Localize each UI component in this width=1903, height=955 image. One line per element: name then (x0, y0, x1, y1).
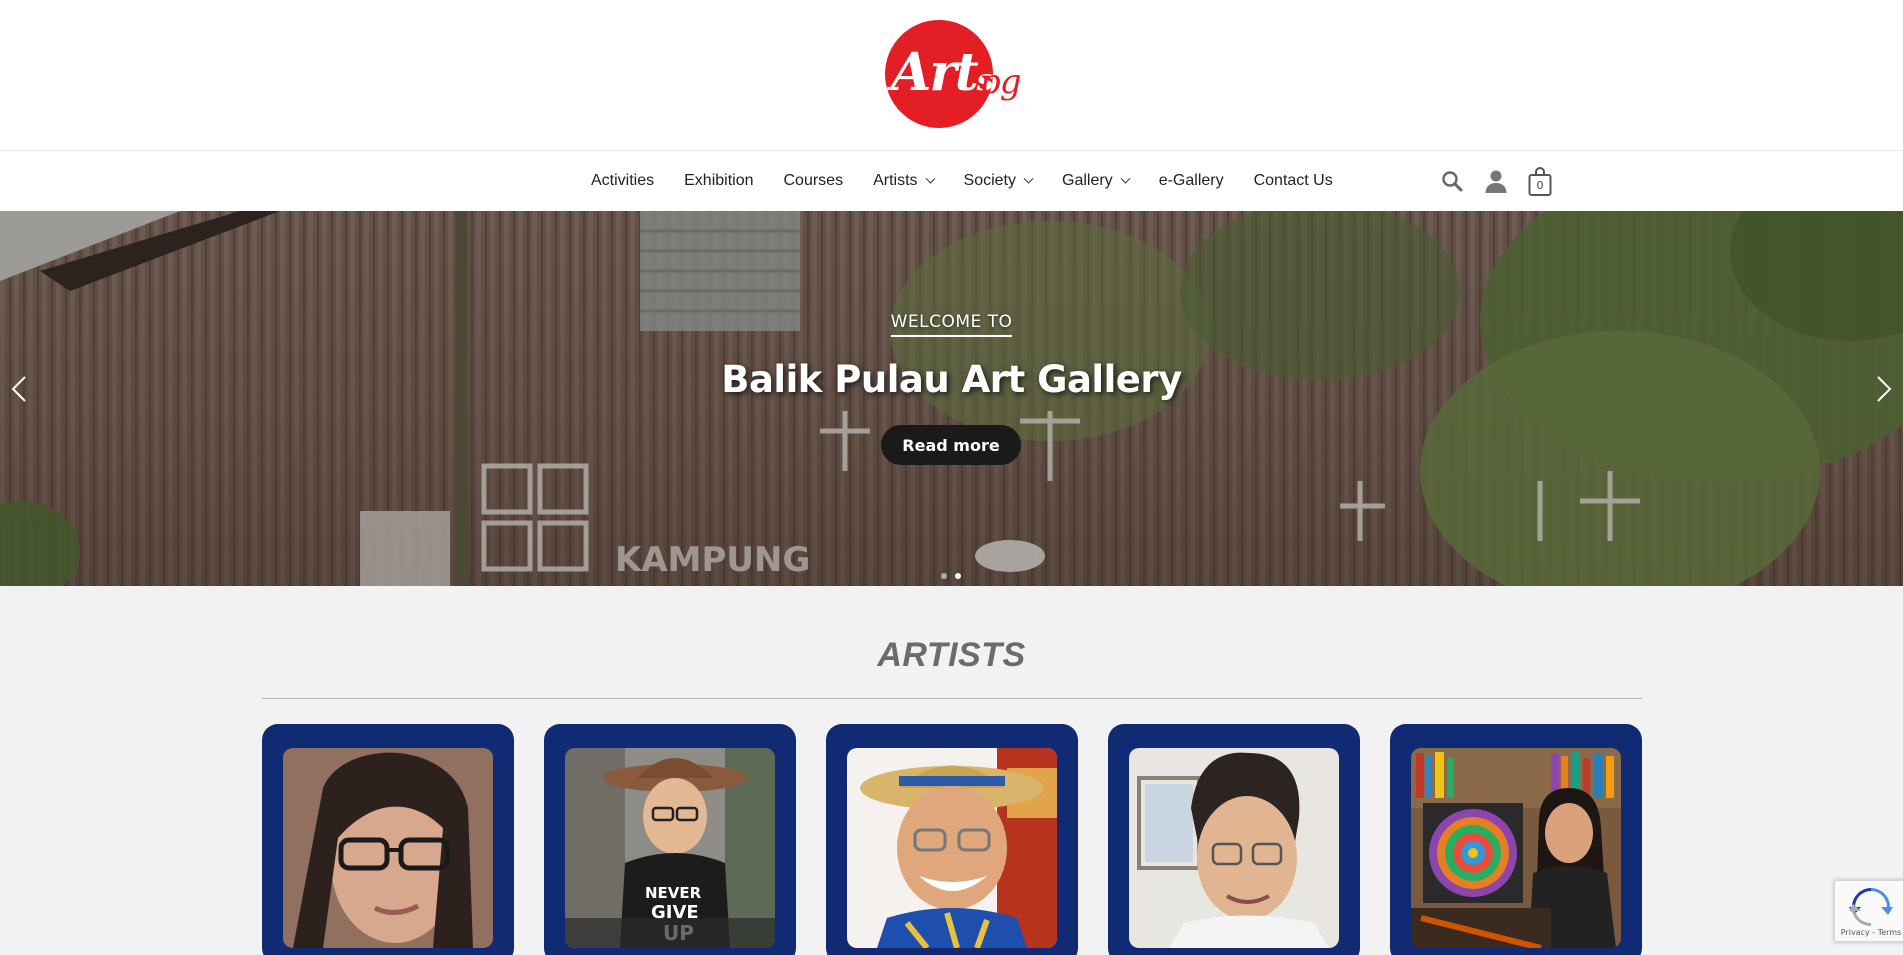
nav-item-label: Contact Us (1253, 172, 1333, 189)
artist-card[interactable]: NEVER GIVE UP (544, 724, 796, 955)
nav-item-label: Courses (783, 172, 844, 189)
nav-item-activities[interactable]: Activities (576, 172, 669, 190)
nav-item-artists[interactable]: Artists (858, 172, 948, 190)
nav-item-gallery[interactable]: Gallery (1047, 172, 1144, 190)
chevron-down-icon (1023, 173, 1034, 184)
slider-next-arrow[interactable] (1873, 374, 1895, 404)
recaptcha-icon (1849, 888, 1893, 927)
artist-photo: NEVER GIVE UP (565, 748, 775, 948)
nav-item-label: Artists (873, 172, 918, 189)
section-divider (262, 698, 1642, 699)
nav-item-society[interactable]: Society (949, 172, 1047, 190)
logo-text-suffix: pg (979, 62, 1022, 102)
account-icon[interactable] (1484, 167, 1508, 195)
chevron-right-icon (1877, 376, 1892, 402)
artist-card[interactable] (1108, 724, 1360, 955)
recaptcha-badge[interactable]: Privacy - Terms (1834, 880, 1903, 942)
site-logo[interactable]: Arts pg (885, 20, 1025, 130)
artist-photo (1411, 748, 1621, 948)
artist-card[interactable] (826, 724, 1078, 955)
search-icon[interactable] (1440, 167, 1464, 195)
recaptcha-terms[interactable]: Privacy - Terms (1835, 928, 1903, 937)
nav-item-label: e-Gallery (1158, 172, 1224, 189)
nav-item-label: Gallery (1062, 172, 1113, 189)
site-header: Arts pg (0, 0, 1903, 151)
nav-item-label: Society (963, 172, 1016, 189)
read-more-button[interactable]: Read more (881, 425, 1021, 465)
nav-item-courses[interactable]: Courses (769, 172, 859, 190)
svg-text:NEVER: NEVER (645, 884, 702, 902)
slider-dot-1[interactable] (941, 573, 947, 579)
nav-menu: Activities Exhibition Courses Artists So… (576, 151, 1348, 211)
nav-item-contact-us[interactable]: Contact Us (1239, 172, 1348, 190)
chevron-left-icon (11, 376, 26, 402)
artist-cards: NEVER GIVE UP (262, 724, 1642, 955)
hero-kicker: WELCOME TO (0, 312, 1903, 337)
slider-dots (941, 573, 961, 579)
nav-item-label: Exhibition (684, 172, 754, 189)
artist-photo (283, 748, 493, 948)
logo-text-main: Arts (891, 42, 994, 103)
artist-card[interactable] (262, 724, 514, 955)
hero-title: Balik Pulau Art Gallery (721, 358, 1182, 401)
nav-item-label: Activities (591, 172, 655, 189)
hero-kicker-text: WELCOME TO (890, 312, 1013, 337)
artist-photo (1129, 748, 1339, 948)
artist-card[interactable] (1390, 724, 1642, 955)
nav-item-exhibition[interactable]: Exhibition (669, 172, 768, 190)
main-navigation: Activities Exhibition Courses Artists So… (0, 151, 1903, 211)
chevron-down-icon (925, 173, 935, 184)
header-icons: 0 (1440, 151, 1552, 211)
artists-heading: ARTISTS (877, 636, 1026, 674)
nav-item-e-gallery[interactable]: e-Gallery (1144, 172, 1239, 190)
cart-count: 0 (1536, 179, 1544, 192)
hero-slider: KAMPUNG WELCOME TO Balik Pulau Art Galle… (0, 211, 1903, 586)
slider-prev-arrow[interactable] (8, 374, 30, 404)
artist-photo (847, 748, 1057, 948)
cart-icon[interactable]: 0 (1528, 167, 1552, 196)
slider-dot-2[interactable] (955, 573, 961, 579)
chevron-down-icon (1120, 173, 1131, 184)
